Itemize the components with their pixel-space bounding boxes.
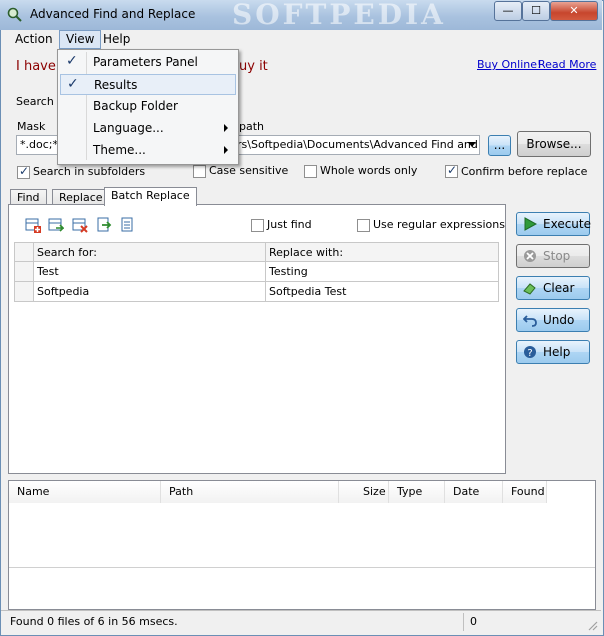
eraser-icon	[523, 283, 536, 295]
execute-label: Execute	[543, 217, 591, 231]
just-find-checkbox[interactable]	[251, 219, 264, 232]
menu-item-label: Results	[94, 78, 138, 92]
results-list[interactable]: Name Path Size Type Date Found	[8, 480, 596, 610]
row-selector[interactable]	[14, 282, 34, 302]
column-header-path[interactable]: Path	[161, 481, 339, 503]
undo-icon	[523, 315, 537, 327]
play-icon	[524, 217, 537, 231]
use-regex-checkbox[interactable]	[357, 219, 370, 232]
table-row-replace-cell[interactable]: Softpedia Test	[266, 282, 499, 302]
read-more-link[interactable]: Read More	[538, 58, 596, 71]
menu-item-language[interactable]: Language...	[60, 118, 236, 139]
whole-words-label: Whole words only	[320, 164, 418, 177]
clear-button[interactable]: Clear	[516, 276, 590, 300]
path-value: rs\Softpedia\Documents\Advanced Find and…	[237, 138, 480, 151]
stop-button[interactable]: Stop	[516, 244, 590, 268]
help-icon: ?	[524, 346, 536, 359]
checkmark-icon: ✓	[67, 76, 79, 92]
delete-row-icon[interactable]	[72, 217, 88, 233]
whole-words-checkbox[interactable]	[304, 165, 317, 178]
confirm-replace-checkbox[interactable]	[445, 163, 458, 178]
maximize-button[interactable]: ☐	[522, 1, 550, 21]
row-selector[interactable]	[14, 262, 34, 282]
resize-grip-icon[interactable]	[586, 619, 598, 631]
menu-item-label: Language...	[93, 121, 164, 135]
folder-picker-button[interactable]: ...	[488, 135, 511, 156]
browse-button[interactable]: Browse...	[517, 131, 591, 157]
status-bar: Found 0 files of 6 in 56 msecs. 0	[1, 610, 601, 633]
import-list-icon[interactable]	[96, 217, 112, 233]
undo-label: Undo	[543, 313, 575, 327]
menu-bar: Action View Help	[1, 30, 601, 50]
insert-row-icon[interactable]	[48, 217, 64, 233]
export-list-icon[interactable]	[120, 217, 136, 233]
submenu-arrow-icon	[224, 124, 228, 132]
menu-action[interactable]: Action	[9, 30, 59, 49]
buy-online-link[interactable]: Buy Online!	[477, 58, 541, 71]
status-separator	[463, 613, 464, 631]
column-header-type[interactable]: Type	[389, 481, 445, 503]
stop-icon	[524, 250, 536, 262]
execute-button[interactable]: Execute	[516, 212, 591, 236]
table-row-search-cell[interactable]: Test	[34, 262, 266, 282]
menu-item-backup-folder[interactable]: Backup Folder	[60, 96, 236, 117]
menu-item-label: Theme...	[93, 143, 146, 157]
help-button[interactable]: ? Help	[516, 340, 590, 364]
case-sensitive-checkbox[interactable]	[193, 165, 206, 178]
grid-corner	[14, 242, 34, 262]
use-regex-label: Use regular expressions	[373, 218, 505, 231]
mask-label: Mask	[17, 120, 46, 133]
menu-item-parameters-panel[interactable]: ✓ Parameters Panel	[60, 52, 236, 73]
menu-item-results[interactable]: ✓ Results	[60, 74, 236, 95]
add-row-icon[interactable]	[25, 217, 41, 233]
window-title: Advanced Find and Replace	[30, 7, 196, 21]
menu-help[interactable]: Help	[97, 30, 136, 49]
close-button[interactable]: ✕	[550, 1, 598, 21]
menu-item-theme[interactable]: Theme...	[60, 140, 236, 161]
tab-batch-replace[interactable]: Batch Replace	[104, 187, 197, 206]
view-menu-dropdown: ✓ Parameters Panel ✓ Results Backup Fold…	[57, 49, 239, 165]
status-count: 0	[470, 615, 477, 628]
column-header-search-for[interactable]: Search for:	[34, 242, 266, 262]
column-header-found[interactable]: Found	[503, 481, 547, 503]
status-message: Found 0 files of 6 in 56 msecs.	[10, 615, 178, 628]
undo-button[interactable]: Undo	[516, 308, 590, 332]
clear-label: Clear	[543, 281, 575, 295]
menu-view[interactable]: View	[59, 30, 102, 49]
table-row-replace-cell[interactable]: Testing	[266, 262, 499, 282]
path-label: path	[239, 120, 265, 133]
column-header-name[interactable]: Name	[9, 481, 161, 503]
path-input[interactable]: rs\Softpedia\Documents\Advanced Find and…	[236, 135, 480, 155]
title-bar: Advanced Find and Replace SOFTPEDIA — ☐ …	[0, 0, 602, 31]
chevron-down-icon[interactable]	[468, 142, 476, 147]
results-divider	[9, 567, 595, 568]
confirm-replace-label: Confirm before replace	[461, 165, 588, 178]
column-header-date[interactable]: Date	[445, 481, 503, 503]
menu-item-label: Parameters Panel	[93, 55, 198, 69]
menu-item-label: Backup Folder	[93, 99, 178, 113]
column-header-replace-with[interactable]: Replace with:	[266, 242, 499, 262]
table-row-search-cell[interactable]: Softpedia	[34, 282, 266, 302]
help-label: Help	[543, 345, 571, 359]
promo-text-right: uy it	[239, 59, 268, 74]
checkmark-icon: ✓	[66, 53, 78, 69]
minimize-button[interactable]: —	[494, 1, 522, 21]
search-in-label: Search i	[16, 95, 61, 108]
just-find-label: Just find	[267, 218, 312, 231]
search-subfolders-label: Search in subfolders	[33, 165, 146, 178]
magnifier-app-icon	[7, 7, 22, 22]
svg-text:?: ?	[527, 348, 532, 359]
watermark: SOFTPEDIA	[232, 0, 446, 31]
submenu-arrow-icon	[224, 146, 228, 154]
column-header-size[interactable]: Size	[339, 481, 389, 503]
case-sensitive-label: Case sensitive	[209, 164, 289, 177]
mask-input[interactable]: *.doc;*.	[16, 135, 60, 155]
stop-label: Stop	[543, 249, 571, 263]
search-subfolders-checkbox[interactable]	[17, 164, 30, 179]
